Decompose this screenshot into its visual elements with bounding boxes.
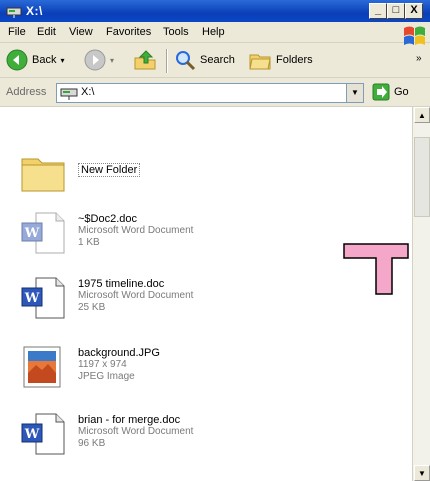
standard-toolbar: Back ▾ ▾ Search Folders » — [0, 43, 430, 78]
forward-button[interactable]: ▾ — [84, 49, 114, 71]
file-size: 25 KB — [78, 302, 106, 313]
network-drive-icon — [6, 7, 22, 18]
window-title: X:\ — [26, 4, 43, 18]
folder-icon — [21, 158, 65, 192]
toolbar-overflow-icon[interactable]: » — [416, 53, 422, 64]
file-name: 1975 timeline.doc — [78, 278, 165, 290]
go-label: Go — [394, 86, 409, 98]
network-drive-icon — [60, 88, 78, 100]
menu-tools[interactable]: Tools — [163, 26, 189, 38]
address-dropdown-button[interactable]: ▼ — [346, 84, 363, 102]
svg-text:W: W — [24, 291, 40, 306]
close-button[interactable]: X — [405, 3, 423, 19]
vertical-scrollbar[interactable]: ▲ ▼ — [412, 107, 430, 481]
word-doc-icon: W — [21, 212, 65, 254]
address-field[interactable]: X:\ ▼ — [56, 83, 364, 103]
image-dimensions: 1197 x 974 — [78, 359, 127, 370]
list-item[interactable]: New Folder — [18, 147, 141, 195]
menu-file[interactable]: File — [8, 26, 26, 38]
address-label: Address — [6, 86, 47, 98]
go-button[interactable]: Go — [372, 83, 409, 101]
back-label: Back — [32, 54, 57, 66]
scroll-thumb[interactable] — [414, 137, 430, 217]
svg-text:W: W — [24, 226, 40, 241]
file-name: brian - for merge.doc — [78, 414, 181, 426]
title-bar[interactable]: X:\ _ □ X — [0, 0, 430, 22]
file-size: 96 KB — [78, 438, 106, 449]
forward-arrow-icon — [84, 49, 106, 71]
back-arrow-icon — [6, 49, 28, 71]
up-folder-button[interactable] — [133, 49, 157, 71]
file-name: background.JPG — [78, 347, 160, 359]
word-doc-icon: W — [21, 413, 65, 455]
maximize-button[interactable]: □ — [387, 3, 405, 19]
minimize-button[interactable]: _ — [369, 3, 387, 19]
file-type: Microsoft Word Document — [78, 426, 194, 437]
file-size: 1 KB — [78, 237, 100, 248]
search-label: Search — [200, 54, 235, 66]
pink-t-shape — [343, 243, 409, 295]
jpeg-image-icon — [23, 346, 61, 388]
file-type: Microsoft Word Document — [78, 225, 194, 236]
folders-button[interactable]: Folders — [248, 49, 313, 71]
address-value: X:\ — [81, 86, 95, 98]
menu-help[interactable]: Help — [202, 26, 225, 38]
menu-favorites[interactable]: Favorites — [106, 26, 151, 38]
file-type: Microsoft Word Document — [78, 290, 194, 301]
folders-icon — [249, 54, 271, 70]
forward-dropdown-icon[interactable]: ▾ — [110, 56, 114, 65]
search-icon — [176, 51, 196, 71]
svg-text:W: W — [24, 427, 40, 442]
scroll-down-arrow-icon[interactable]: ▼ — [414, 465, 430, 481]
menu-view[interactable]: View — [69, 26, 93, 38]
folders-label: Folders — [276, 54, 313, 66]
list-item[interactable]: W brian - for merge.doc Microsoft Word D… — [18, 410, 193, 458]
word-doc-icon: W — [21, 277, 65, 319]
file-name: New Folder — [78, 163, 141, 177]
menu-edit[interactable]: Edit — [37, 26, 56, 38]
back-button[interactable]: Back ▾ — [6, 49, 64, 71]
search-button[interactable]: Search — [174, 49, 235, 71]
file-type: JPEG Image — [78, 371, 135, 382]
explorer-window: X:\ _ □ X File Edit View Favorites Tools… — [0, 0, 430, 481]
list-item[interactable]: background.JPG 1197 x 974 JPEG Image — [18, 343, 160, 391]
scroll-up-arrow-icon[interactable]: ▲ — [414, 107, 430, 123]
file-name: ~$Doc2.doc — [78, 213, 138, 225]
up-folder-icon — [134, 50, 156, 70]
list-item[interactable]: W 1975 timeline.doc Microsoft Word Docum… — [18, 274, 193, 322]
menu-bar: File Edit View Favorites Tools Help — [0, 22, 430, 43]
back-dropdown-icon[interactable]: ▾ — [60, 56, 64, 65]
list-item[interactable]: W ~$Doc2.doc Microsoft Word Document 1 K… — [18, 209, 193, 257]
go-arrow-icon — [372, 83, 390, 101]
address-bar: Address X:\ ▼ Go — [0, 78, 430, 107]
